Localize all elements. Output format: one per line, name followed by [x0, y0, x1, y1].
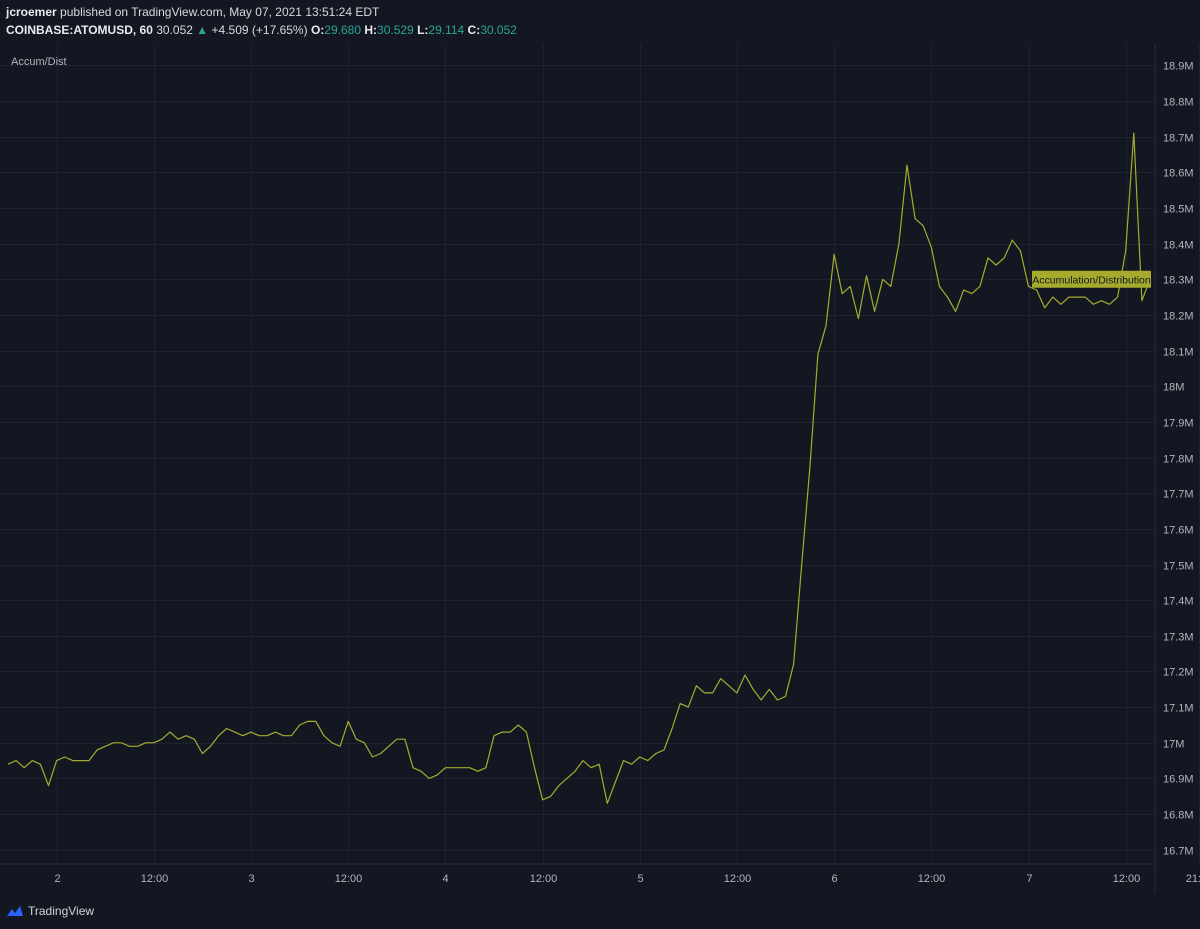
x-tick-label: 3 — [248, 873, 254, 885]
x-tick-label: 12:00 — [918, 873, 946, 885]
x-tick-label: 7 — [1026, 873, 1032, 885]
publication-line: jcroemer published on TradingView.com, M… — [6, 5, 379, 19]
x-tick-label: 21:00 — [1186, 873, 1200, 885]
y-tick-label: 18.8M — [1163, 97, 1194, 109]
author-name[interactable]: jcroemer — [6, 5, 57, 19]
y-tick-label: 17.7M — [1163, 489, 1194, 501]
x-tick-label: 12:00 — [1113, 873, 1141, 885]
symbol-ohlc-line: COINBASE:ATOMUSD, 60 30.052 ▲ +4.509 (+1… — [6, 23, 517, 37]
y-tick-label: 17.1M — [1163, 703, 1194, 715]
close-value: 30.052 — [480, 23, 517, 37]
x-tick-label: 12:00 — [724, 873, 752, 885]
y-tick-label: 18.7M — [1163, 133, 1194, 145]
y-tick-label: 16.7M — [1163, 846, 1194, 858]
y-tick-label: 17M — [1163, 739, 1184, 751]
y-tick-label: 18.1M — [1163, 347, 1194, 359]
published-text: published on TradingView.com, May 07, 20… — [60, 5, 380, 19]
y-tick-label: 18M — [1163, 382, 1184, 394]
y-tick-label: 17.2M — [1163, 667, 1194, 679]
y-tick-label: 18.3M — [1163, 275, 1194, 287]
close-label: C: — [467, 23, 481, 37]
x-tick-label: 12:00 — [530, 873, 558, 885]
x-tick-label: 2 — [54, 873, 60, 885]
low-label: L: — [417, 23, 429, 37]
high-value: 30.529 — [377, 23, 414, 37]
last-value-label-layer: Accumulation/Distribution — [1032, 270, 1151, 288]
footer: TradingView — [0, 894, 1200, 929]
y-tick-label: 18.6M — [1163, 168, 1194, 180]
y-tick-label: 18.4M — [1163, 240, 1194, 252]
y-tick-label: 18.5M — [1163, 204, 1194, 216]
y-tick-label: 17.3M — [1163, 632, 1194, 644]
open-value: 29.680 — [324, 23, 361, 37]
x-tick-label: 5 — [637, 873, 643, 885]
tradingview-logo[interactable]: TradingView — [6, 904, 94, 918]
brand-name: TradingView — [28, 904, 95, 918]
chart-header: jcroemer published on TradingView.com, M… — [0, 0, 1200, 44]
tradingview-icon — [7, 906, 23, 916]
ad-chart[interactable]: 18.9M 18.8M 18.7M 18.6M 18.5M 18.4M 18.3M 18.2M… — [0, 44, 1200, 894]
y-tick-label: 17.4M — [1163, 596, 1194, 608]
y-tick-label: 17.8M — [1163, 454, 1194, 466]
chart-area[interactable]: 18.9M 18.8M 18.7M 18.6M 18.5M 18.4M 18.3M 18.2M… — [0, 44, 1200, 894]
high-label: H: — [364, 23, 378, 37]
symbol-label[interactable]: COINBASE:ATOMUSD, 60 — [6, 23, 153, 37]
y-tick-label: 16.8M — [1163, 810, 1194, 822]
y-tick-label: 18.9M — [1163, 61, 1194, 73]
y-tick-label: 16.9M — [1163, 774, 1194, 786]
x-tick-label: 12:00 — [141, 873, 169, 885]
pane-label: Accum/Dist — [11, 56, 67, 68]
last-price: 30.052 — [156, 23, 193, 37]
price-change: +4.509 (+17.65%) — [211, 23, 308, 37]
x-tick-label: 6 — [831, 873, 837, 885]
up-arrow-icon: ▲ — [196, 23, 209, 37]
y-tick-label: 17.9M — [1163, 418, 1194, 430]
y-tick-label: 18.2M — [1163, 311, 1194, 323]
x-tick-label: 4 — [442, 873, 448, 885]
last-value-label: Accumulation/Distribution — [1032, 274, 1151, 286]
open-label: O: — [310, 23, 325, 37]
y-tick-label: 17.5M — [1163, 561, 1194, 573]
y-tick-label: 17.6M — [1163, 525, 1194, 537]
low-value: 29.114 — [428, 23, 465, 37]
x-tick-label: 12:00 — [335, 873, 363, 885]
